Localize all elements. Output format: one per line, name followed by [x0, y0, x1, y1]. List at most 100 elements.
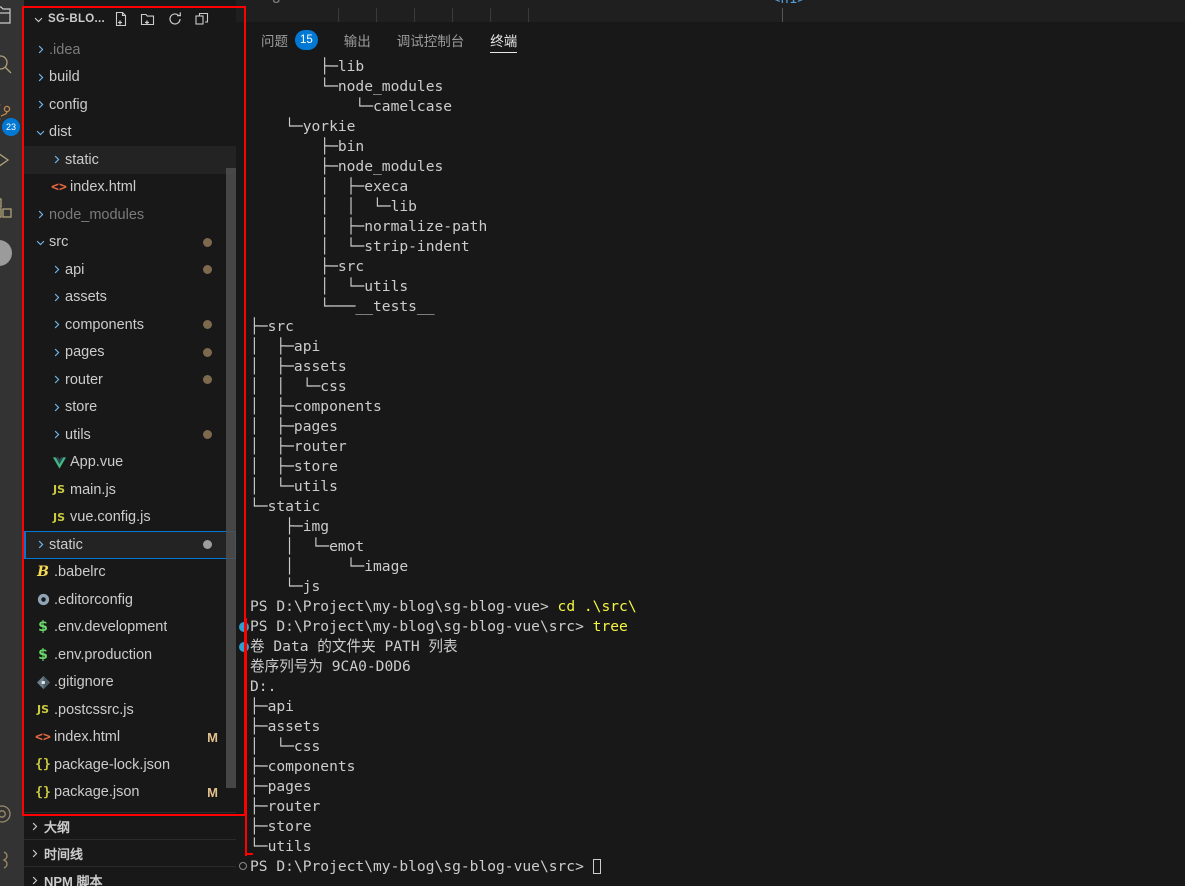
tree-file-main-js[interactable]: JS main.js [24, 476, 236, 504]
tree-folder-node-modules[interactable]: node_modules [24, 201, 236, 229]
tree-folder-idea[interactable]: .idea [24, 36, 236, 64]
chevron-down-icon[interactable] [32, 229, 49, 257]
terminal-output[interactable]: ├─lib └─node_modules └─camelcase └─yorki… [236, 57, 1185, 886]
chevron-right-icon [24, 848, 44, 859]
tree-folder-build[interactable]: build [24, 64, 236, 92]
refresh-icon[interactable] [165, 9, 185, 29]
terminal-text: ├─store [250, 818, 312, 835]
collapse-all-icon[interactable] [192, 9, 212, 29]
env-file-icon: $ [38, 646, 48, 663]
chevron-right-icon[interactable] [32, 201, 49, 229]
html-file-icon: <> [35, 729, 51, 745]
panel-tab-bar[interactable]: 问题 15 输出 调试控制台 终端 [236, 22, 1185, 57]
sidebar-scrollbar-thumb[interactable] [226, 168, 236, 788]
tree-folder-static[interactable]: static [24, 146, 236, 174]
tree-file-index-html[interactable]: <> index.html M [24, 724, 236, 752]
new-file-icon[interactable] [111, 9, 131, 29]
terminal-text: │ └─utils [250, 478, 338, 495]
tree-folder-router[interactable]: router [24, 366, 236, 394]
git-status-badge: M [207, 729, 218, 745]
terminal-line: │ ├─api [236, 337, 1185, 357]
chevron-right-icon[interactable] [32, 64, 49, 92]
chevron-right-icon[interactable] [48, 256, 65, 284]
tree-file-postcssrc-js[interactable]: JS .postcssrc.js [24, 696, 236, 724]
terminal-line: PS D:\Project\my-blog\sg-blog-vue\src> [236, 857, 1185, 877]
tree-file-package-lock-json[interactable]: {} package-lock.json [24, 751, 236, 779]
terminal-line: └─node_modules [236, 77, 1185, 97]
tree-item-label: api [65, 261, 85, 278]
explorer-folder-title: SG-BLO... [48, 13, 106, 25]
tree-folder-store[interactable]: store [24, 394, 236, 422]
terminal-line: └─static [236, 497, 1185, 517]
tree-folder-utils[interactable]: utils [24, 421, 236, 449]
sidebar-panel-outline-label: 大纲 [44, 819, 71, 835]
chevron-right-icon[interactable] [48, 284, 65, 312]
chevron-right-icon[interactable] [32, 91, 49, 119]
chevron-right-icon[interactable] [48, 311, 65, 339]
activity-run-debug-icon[interactable] [0, 136, 24, 184]
chevron-right-icon[interactable] [48, 394, 65, 422]
terminal-line: │ └─css [236, 737, 1185, 757]
terminal-line: PS D:\Project\my-blog\sg-blog-vue\src> t… [236, 617, 1185, 637]
chevron-right-icon[interactable] [48, 366, 65, 394]
sidebar-scrollbar[interactable] [226, 36, 236, 812]
tree-item-label: build [49, 69, 80, 86]
terminal-text: ├─src [250, 318, 294, 335]
terminal-command-marker [239, 642, 249, 652]
activity-explorer-icon[interactable] [0, 0, 24, 40]
activity-account-avatar[interactable] [0, 240, 12, 266]
chevron-right-icon[interactable] [48, 421, 65, 449]
explorer-folder-header[interactable]: SG-BLO... [24, 4, 236, 34]
panel-tab-output[interactable]: 输出 [344, 22, 371, 57]
terminal-line: 卷序列号为 9CA0-D0D6 [236, 657, 1185, 677]
panel-tab-problems[interactable]: 问题 15 [261, 22, 318, 57]
tree-folder-static[interactable]: static [24, 531, 236, 559]
tree-file-babelrc[interactable]: B .babelrc [24, 559, 236, 587]
sidebar-panel-timeline[interactable]: 时间线 [24, 839, 236, 866]
terminal-text: └─camelcase [250, 98, 453, 115]
tree-file-app-vue[interactable]: App.vue [24, 449, 236, 477]
new-folder-icon[interactable] [138, 9, 158, 29]
sidebar-panel-npm-scripts[interactable]: NPM 脚本 [24, 866, 236, 886]
tree-folder-config[interactable]: config [24, 91, 236, 119]
chevron-right-icon[interactable] [32, 531, 49, 559]
tree-folder-components[interactable]: components [24, 311, 236, 339]
tree-folder-pages[interactable]: pages [24, 339, 236, 367]
panel-tab-label: 问题 [261, 33, 288, 49]
terminal-text: └─yorkie [250, 118, 356, 135]
tree-folder-dist[interactable]: dist [24, 119, 236, 147]
terminal-text: ├─api [250, 698, 294, 715]
tree-file-env-production[interactable]: $ .env.production [24, 641, 236, 669]
file-tree[interactable]: .idea build config dist static <> index.html no… [24, 36, 236, 812]
tree-file-package-json[interactable]: {} package.json M [24, 779, 236, 807]
tree-folder-api[interactable]: api [24, 256, 236, 284]
terminal-text: ├─assets [250, 718, 321, 735]
tree-folder-src[interactable]: src [24, 229, 236, 257]
chevron-down-icon[interactable] [32, 119, 49, 147]
tree-file-env-development[interactable]: $ .env.development [24, 614, 236, 642]
sidebar-panel-outline[interactable]: 大纲 [24, 812, 236, 839]
activity-manage-gear-icon[interactable] [0, 790, 24, 838]
terminal-line: ├─img [236, 517, 1185, 537]
activity-extensions-icon[interactable] [0, 184, 24, 232]
tree-folder-assets[interactable]: assets [24, 284, 236, 312]
panel-tab-debug-console[interactable]: 调试控制台 [397, 22, 465, 57]
panel-tab-terminal[interactable]: 终端 [490, 22, 518, 57]
tree-file-gitignore[interactable]: .gitignore [24, 669, 236, 697]
chevron-right-icon[interactable] [32, 36, 49, 64]
tree-file-index-html[interactable]: <> index.html [24, 174, 236, 202]
terminal-prompt: PS D:\Project\my-blog\sg-blog-vue\src> [250, 618, 593, 635]
terminal-text: ├─bin [250, 138, 365, 155]
terminal-text: ├─pages [250, 778, 312, 795]
tree-file-editorconfig[interactable]: .editorconfig [24, 586, 236, 614]
tree-file-vue-config-js[interactable]: JS vue.config.js [24, 504, 236, 532]
activity-search-icon[interactable] [0, 40, 24, 88]
chevron-right-icon[interactable] [48, 339, 65, 367]
panel-tab-badge: 15 [295, 29, 318, 50]
chevron-right-icon[interactable] [48, 146, 65, 174]
terminal-text: │ └─css [250, 738, 321, 755]
unsaved-dot-indicator [203, 347, 212, 357]
terminal-line: ├─src [236, 257, 1185, 277]
unsaved-dot-indicator [203, 375, 212, 385]
activity-remote-icon[interactable] [0, 836, 24, 884]
